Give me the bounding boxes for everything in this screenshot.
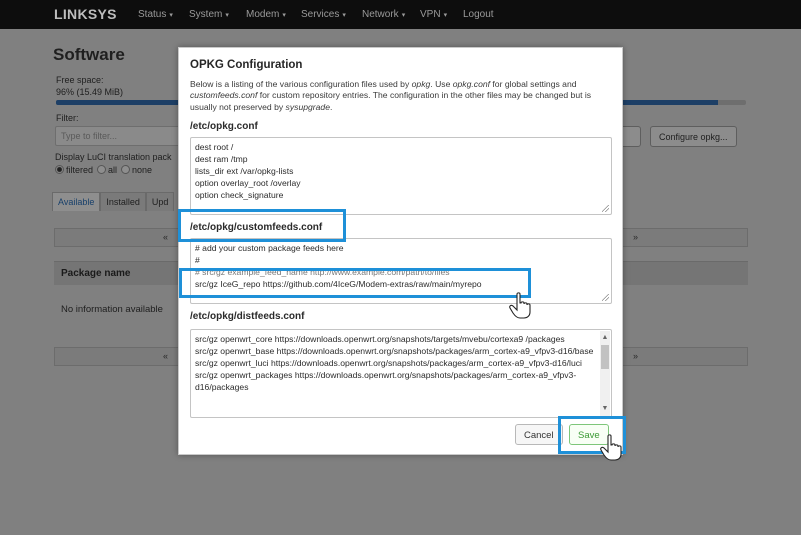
code-line: dest root / — [195, 142, 234, 152]
code-line: lists_dir ext /var/opkg-lists — [195, 166, 294, 176]
nav-status-label: Status — [138, 9, 167, 20]
display-translations-label: Display LuCI translation pack — [55, 152, 172, 162]
radio-unchecked-icon — [97, 165, 107, 174]
chevron-down-icon: ▾ — [401, 12, 406, 19]
hand-pointer-icon — [509, 292, 531, 319]
resize-handle-icon[interactable] — [602, 294, 609, 301]
modal-description: Below is a listing of the various config… — [190, 79, 615, 113]
configure-opkg-button[interactable]: Configure opkg... — [650, 126, 737, 147]
nav-logout[interactable]: Logout — [463, 9, 494, 20]
top-navbar: LINKSYS Status ▾ System ▾ Modem ▾ Services ▾… — [0, 0, 801, 29]
distfeeds-conf-heading: /etc/opkg/distfeeds.conf — [190, 311, 305, 322]
filter-input[interactable]: Type to filter... — [55, 126, 185, 146]
translation-filter-radios: filtered all none — [55, 165, 152, 175]
pager-prev-button[interactable]: « — [163, 351, 168, 361]
cancel-button[interactable]: Cancel — [515, 424, 563, 445]
chevron-down-icon: ▾ — [169, 12, 173, 19]
column-package-name: Package name — [61, 268, 131, 279]
nav-services-label: Services — [301, 9, 340, 20]
nav-status[interactable]: Status ▾ — [138, 9, 173, 20]
desc-text: . — [329, 101, 333, 112]
code-line: # — [195, 255, 200, 265]
code-line: option overlay_root /overlay — [195, 178, 301, 188]
pager-next-button[interactable]: » — [633, 351, 638, 361]
brand-logo[interactable]: LINKSYS — [54, 6, 117, 22]
chevron-down-icon: ▾ — [342, 12, 346, 19]
distfeeds-conf-textarea[interactable]: src/gz openwrt_core https://downloads.op… — [190, 329, 612, 418]
pager-next-button[interactable]: » — [633, 232, 638, 242]
pager-prev-button[interactable]: « — [163, 232, 168, 242]
tab-installed[interactable]: Installed — [100, 192, 146, 211]
radio-filtered-label: filtered — [66, 165, 94, 175]
tab-available[interactable]: Available — [52, 192, 101, 211]
desc-emphasis: customfeeds.conf — [190, 90, 258, 101]
radio-all[interactable]: all — [97, 165, 117, 175]
opkg-conf-textarea[interactable]: dest root / dest ram /tmp lists_dir ext … — [190, 137, 612, 215]
chevron-down-icon: ▾ — [225, 12, 229, 19]
code-line: # src/gz example_feed_name http://www.ex… — [195, 267, 450, 277]
desc-emphasis: opkg — [411, 79, 431, 89]
nav-system[interactable]: System ▾ — [189, 9, 229, 20]
nav-modem-label: Modem — [246, 9, 280, 20]
chevron-down-icon: ▾ — [282, 12, 286, 19]
code-line: src/gz openwrt_packages https://download… — [195, 370, 577, 392]
nav-network-label: Network — [362, 9, 399, 20]
scroll-up-icon[interactable]: ▲ — [601, 332, 609, 344]
radio-filtered[interactable]: filtered — [55, 165, 93, 175]
code-line: dest ram /tmp — [195, 154, 248, 164]
nav-network[interactable]: Network ▾ — [362, 9, 405, 20]
radio-none-label: none — [132, 165, 153, 175]
package-tabs: Available Installed Upd — [52, 192, 175, 211]
nav-services[interactable]: Services ▾ — [301, 9, 346, 20]
code-line: option check_signature — [195, 190, 284, 200]
modal-title: OPKG Configuration — [190, 59, 303, 71]
tab-updates[interactable]: Upd — [145, 192, 175, 211]
radio-none[interactable]: none — [121, 165, 152, 175]
scrollbar-thumb[interactable] — [601, 345, 609, 369]
nav-logout-label: Logout — [463, 9, 494, 20]
desc-emphasis: sysupgrade — [285, 101, 330, 112]
code-line: src/gz openwrt_core https://downloads.op… — [195, 334, 565, 344]
radio-unchecked-icon — [121, 165, 131, 174]
chevron-down-icon: ▾ — [443, 12, 448, 19]
page-title: Software — [53, 45, 125, 64]
nav-system-label: System — [189, 9, 223, 20]
no-info-text: No information available — [61, 304, 163, 315]
nav-modem[interactable]: Modem ▾ — [246, 9, 286, 20]
opkg-config-modal: OPKG Configuration Below is a listing of… — [178, 47, 623, 455]
free-space-value: 96% (15.49 MiB) — [56, 87, 124, 97]
desc-emphasis: opkg.conf — [452, 79, 491, 89]
code-line: # add your custom package feeds here — [195, 243, 344, 253]
resize-handle-icon[interactable] — [602, 205, 609, 212]
customfeeds-conf-textarea[interactable]: # add your custom package feeds here # #… — [190, 238, 612, 304]
desc-text: for global settings and — [490, 79, 577, 89]
opkg-conf-heading: /etc/opkg.conf — [190, 121, 258, 132]
code-line: src/gz openwrt_luci https://downloads.op… — [195, 358, 582, 368]
customfeeds-conf-heading: /etc/opkg/customfeeds.conf — [190, 222, 323, 233]
hand-pointer-icon — [600, 434, 622, 461]
scroll-down-icon[interactable]: ▼ — [601, 403, 609, 415]
textarea-scrollbar[interactable]: ▲ ▼ — [600, 331, 610, 416]
code-line: src/gz openwrt_base https://downloads.op… — [195, 346, 594, 356]
desc-text: . Use — [430, 79, 453, 89]
code-line: src/gz IceG_repo https://github.com/4Ice… — [195, 279, 482, 289]
nav-vpn-label: VPN — [420, 9, 441, 20]
radio-all-label: all — [108, 165, 118, 175]
desc-text: Below is a listing of the various config… — [190, 79, 412, 89]
filter-label: Filter: — [56, 113, 79, 123]
radio-checked-icon — [55, 165, 64, 174]
free-space-label: Free space: — [56, 75, 104, 85]
nav-vpn[interactable]: VPN ▾ — [420, 9, 447, 20]
